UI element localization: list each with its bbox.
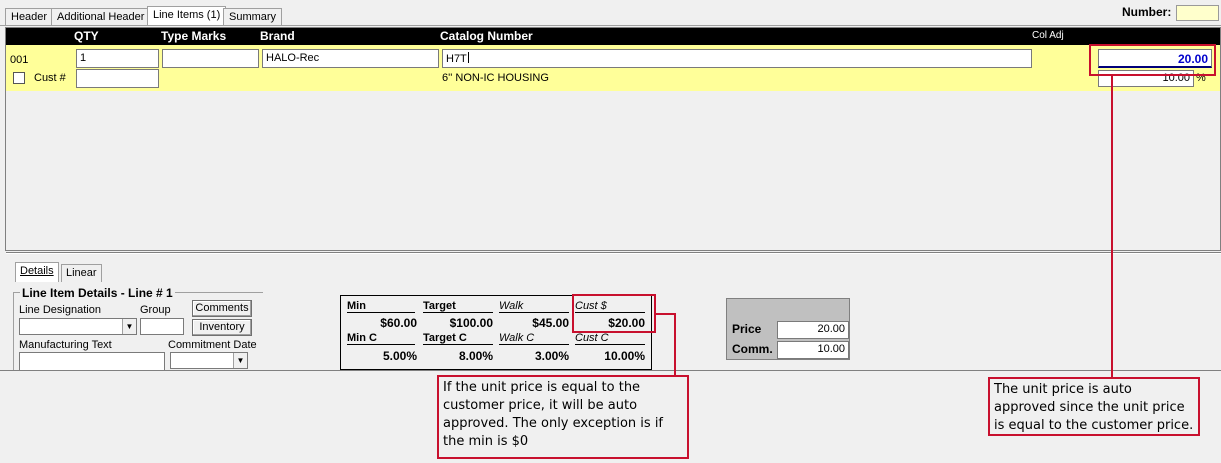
manufacturing-text-label: Manufacturing Text [19, 339, 112, 351]
column-header-bar: QTY Type Marks Brand Catalog Number Col … [6, 28, 1220, 45]
right-callout-connector [1111, 76, 1113, 378]
type-marks-input[interactable] [162, 49, 259, 68]
column-type-marks: Type Marks [161, 29, 227, 43]
price-comm-box: Price 20.00 Comm. 10.00 [726, 298, 850, 360]
walk-c-value: 3.00% [534, 349, 569, 363]
cust-price-highlight [572, 294, 656, 333]
target-value: $100.00 [449, 316, 493, 330]
catalog-number-value: H7T [446, 53, 467, 65]
comm-label: Comm. [732, 342, 773, 356]
price-input[interactable]: 20.00 [777, 321, 849, 339]
brand-input[interactable]: HALO-Rec [262, 49, 439, 68]
line-number: 001 [10, 54, 29, 66]
unit-price-highlight [1089, 44, 1216, 76]
number-label: Number: [1122, 5, 1172, 19]
min-header: Min [347, 300, 415, 313]
line-designation-select[interactable]: ▼ [19, 318, 137, 335]
catalog-description: 6'' NON-IC HOUSING [442, 72, 549, 84]
price-label: Price [732, 322, 762, 336]
tab-header[interactable]: Header [5, 8, 54, 25]
min-c-value: 5.00% [382, 349, 417, 363]
number-field[interactable] [1176, 5, 1219, 21]
cust-checkbox[interactable] [13, 72, 25, 84]
comm-input[interactable]: 10.00 [777, 341, 849, 359]
left-callout-note: If the unit price is equal to the custom… [437, 375, 689, 459]
line-designation-label: Line Designation [19, 304, 101, 316]
tab-summary[interactable]: Summary [223, 8, 283, 25]
bottom-divider [0, 370, 1221, 371]
tab-details-label: Details [20, 265, 54, 277]
group-label: Group [140, 304, 171, 316]
tab-additional-header[interactable]: Additional Header [51, 8, 151, 25]
panel-divider-highlight [6, 253, 1221, 254]
commitment-date-select[interactable]: ▼ [170, 352, 248, 369]
min-value: $60.00 [380, 316, 417, 330]
inventory-button[interactable]: Inventory [192, 319, 252, 336]
walk-value: $45.00 [532, 316, 569, 330]
cust-c-header: Cust C [575, 332, 645, 345]
walk-header: Walk [499, 300, 569, 313]
manufacturing-text-input[interactable] [19, 352, 165, 371]
target-c-header: Target C [423, 332, 493, 345]
left-callout-connector-h [655, 313, 675, 315]
group-input[interactable] [140, 318, 184, 335]
chevron-down-icon[interactable]: ▼ [233, 353, 247, 368]
left-callout-connector-v [674, 313, 676, 376]
column-brand: Brand [260, 29, 295, 43]
target-header: Target [423, 300, 493, 313]
comments-button[interactable]: Comments [192, 300, 252, 317]
catalog-number-input[interactable]: H7T [442, 49, 1032, 68]
min-c-header: Min C [347, 332, 415, 345]
chevron-down-icon[interactable]: ▼ [122, 319, 136, 334]
cust-number-input[interactable] [76, 69, 159, 88]
tab-line-items[interactable]: Line Items (1) [147, 6, 227, 26]
target-c-value: 8.00% [458, 349, 493, 363]
column-catalog-number: Catalog Number [440, 29, 533, 43]
walk-c-header: Walk C [499, 332, 569, 345]
right-callout-note: The unit price is auto approved since th… [988, 377, 1200, 436]
column-qty: QTY [74, 29, 99, 43]
tab-strip-divider [0, 25, 1221, 26]
commitment-date-label: Commitment Date [168, 339, 257, 351]
line-item-details-title: Line Item Details - Line # 1 [20, 286, 175, 300]
cust-label: Cust # [34, 72, 66, 84]
tab-details[interactable]: Details [15, 262, 59, 282]
cust-c-value: 10.00% [604, 349, 645, 363]
qty-input[interactable]: 1 [76, 49, 159, 68]
tab-linear[interactable]: Linear [61, 264, 102, 282]
column-col-adj: Col Adj [1032, 30, 1064, 41]
text-cursor [467, 52, 469, 63]
